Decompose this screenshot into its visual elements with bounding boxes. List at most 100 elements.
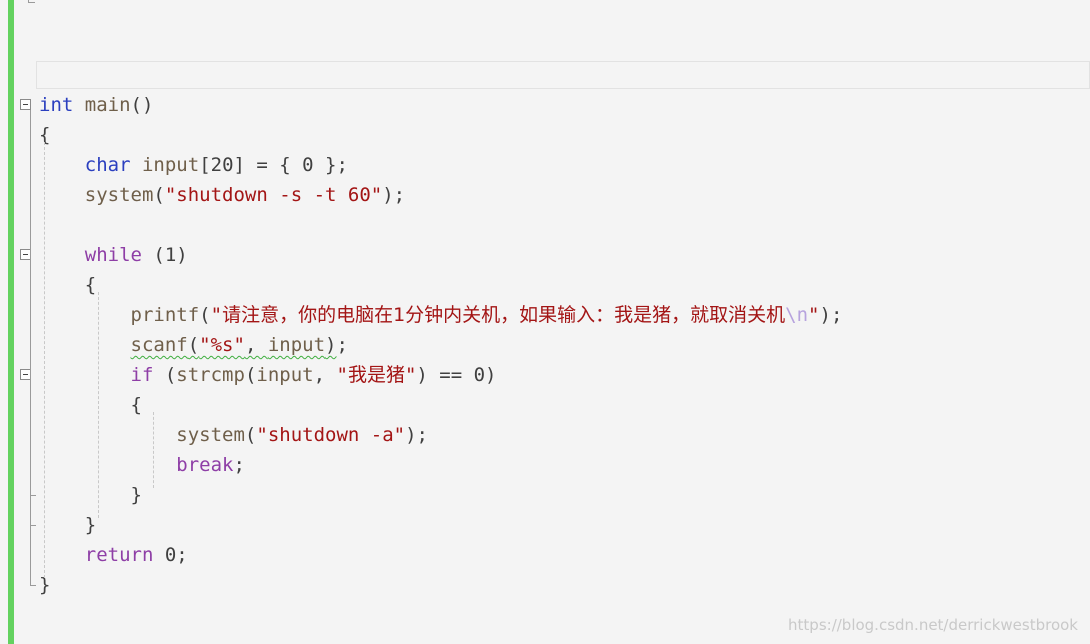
code-token: , bbox=[313, 364, 337, 386]
code-token: " bbox=[404, 364, 417, 386]
code-token: ); bbox=[405, 424, 428, 446]
code-line-text: break; bbox=[39, 450, 245, 480]
code-token: ); bbox=[819, 304, 843, 326]
fold-range-line bbox=[30, 380, 31, 495]
current-line-highlight bbox=[36, 61, 1090, 89]
code-line[interactable]: system("shutdown -a"); bbox=[0, 420, 1090, 450]
code-token: 我是猪 bbox=[347, 364, 405, 386]
indent-guide bbox=[152, 412, 154, 488]
code-line-text: if (strcmp(input, "我是猪") == 0) bbox=[39, 360, 497, 390]
code-line-text: char input[20] = { 0 }; bbox=[39, 150, 348, 180]
fold-end-marker bbox=[28, 0, 35, 3]
code-token: "%s" bbox=[199, 334, 245, 356]
code-token: { bbox=[39, 274, 97, 296]
code-line[interactable]: } bbox=[0, 510, 1090, 540]
code-editor[interactable]: int main(){ char input[20] = { 0 }; syst… bbox=[0, 0, 1090, 644]
code-token: "shutdown -a" bbox=[256, 424, 406, 446]
code-token: system bbox=[84, 184, 154, 206]
code-token: { bbox=[39, 394, 142, 416]
code-token: int bbox=[39, 94, 74, 116]
code-token: 0; bbox=[153, 544, 188, 566]
code-line-text: int main() bbox=[39, 90, 153, 120]
code-token: main bbox=[84, 94, 131, 116]
code-token: system bbox=[176, 424, 245, 446]
indent-guide bbox=[44, 142, 45, 578]
code-token: if bbox=[130, 364, 154, 386]
code-token: () bbox=[130, 94, 154, 116]
code-line[interactable]: char input[20] = { 0 }; bbox=[0, 150, 1090, 180]
code-token: ( bbox=[199, 304, 211, 326]
code-line[interactable]: while (1) bbox=[0, 240, 1090, 270]
code-line-text: } bbox=[39, 480, 142, 510]
code-token: ; bbox=[233, 454, 245, 476]
code-token: "shutdown -s -t 60" bbox=[164, 184, 383, 206]
code-token: ( bbox=[244, 364, 257, 386]
code-line[interactable]: { bbox=[0, 270, 1090, 300]
code-line-text: { bbox=[39, 270, 96, 300]
code-line[interactable] bbox=[0, 210, 1090, 240]
code-token: char bbox=[84, 154, 131, 176]
code-token: [20] = { 0 }; bbox=[199, 154, 348, 176]
code-token: " bbox=[336, 364, 348, 386]
code-token: ); bbox=[382, 184, 406, 206]
code-line[interactable]: int main() bbox=[0, 90, 1090, 120]
code-line-text: system("shutdown -s -t 60"); bbox=[39, 180, 405, 210]
code-line[interactable]: return 0; bbox=[0, 540, 1090, 570]
code-token: input bbox=[141, 154, 200, 176]
code-token: ( bbox=[153, 364, 177, 386]
code-token: ( bbox=[187, 334, 200, 356]
code-area[interactable]: int main(){ char input[20] = { 0 }; syst… bbox=[0, 90, 1090, 600]
code-line[interactable]: if (strcmp(input, "我是猪") == 0) bbox=[0, 360, 1090, 390]
code-line[interactable]: { bbox=[0, 120, 1090, 150]
code-token: 请注意，你的电脑在1分钟内关机，如果输入：我是猪，就取消关机 bbox=[222, 304, 786, 326]
code-token: ) == 0) bbox=[416, 364, 497, 386]
code-line[interactable]: printf("请注意，你的电脑在1分钟内关机，如果输入：我是猪，就取消关机\n… bbox=[0, 300, 1090, 330]
code-token: " bbox=[808, 304, 820, 326]
code-line-text: { bbox=[39, 390, 142, 420]
watermark: https://blog.csdn.net/derrickwestbrook bbox=[788, 616, 1078, 634]
code-line[interactable]: } bbox=[0, 570, 1090, 600]
fold-end-marker bbox=[30, 585, 36, 586]
code-line[interactable]: } bbox=[0, 480, 1090, 510]
code-token: ( bbox=[153, 184, 165, 206]
code-line[interactable]: { bbox=[0, 390, 1090, 420]
collapse-minus-icon[interactable] bbox=[20, 99, 31, 110]
code-token: \n bbox=[785, 304, 809, 326]
code-line-text: return 0; bbox=[39, 540, 188, 570]
code-token: ; bbox=[336, 334, 348, 356]
code-token: ) bbox=[325, 334, 337, 356]
code-line[interactable]: break; bbox=[0, 450, 1090, 480]
code-token: strcmp bbox=[176, 364, 245, 386]
indent-guide bbox=[98, 292, 100, 518]
code-token: return bbox=[84, 544, 154, 566]
code-token: , bbox=[244, 334, 268, 356]
code-token: " bbox=[210, 304, 223, 326]
code-line-text: while (1) bbox=[39, 240, 188, 270]
code-line-text: } bbox=[39, 510, 96, 540]
code-line[interactable]: scanf("%s", input); bbox=[0, 330, 1090, 360]
code-line[interactable]: system("shutdown -s -t 60"); bbox=[0, 180, 1090, 210]
code-token: printf bbox=[130, 304, 200, 326]
code-token: (1) bbox=[141, 244, 188, 266]
code-token: while bbox=[84, 244, 142, 266]
code-token: } bbox=[39, 484, 142, 506]
code-token: } bbox=[39, 514, 97, 536]
code-token: break bbox=[176, 454, 234, 476]
fold-end-marker bbox=[30, 495, 36, 496]
fold-end-marker bbox=[30, 525, 36, 526]
code-line-text: scanf("%s", input); bbox=[39, 330, 348, 360]
code-token: input bbox=[256, 364, 314, 386]
code-line-text: printf("请注意，你的电脑在1分钟内关机，如果输入：我是猪，就取消关机\n… bbox=[39, 300, 843, 330]
code-token: input bbox=[267, 334, 326, 356]
